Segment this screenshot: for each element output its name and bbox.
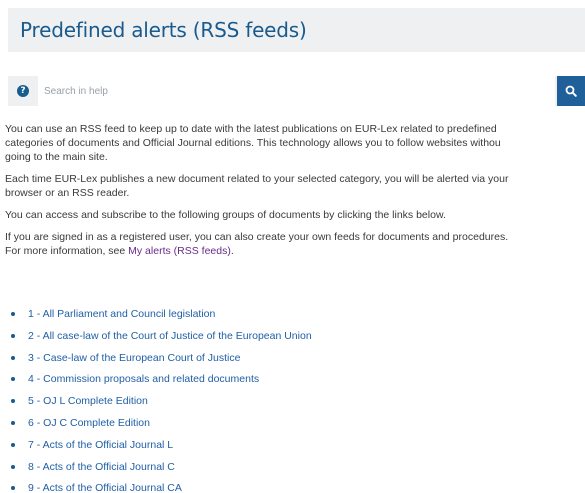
- bullet-icon: [11, 420, 15, 425]
- feed-link[interactable]: 7 - Acts of the Official Journal L: [28, 439, 173, 451]
- my-alerts-link[interactable]: My alerts (RSS feeds): [128, 245, 231, 257]
- bullet-icon: [11, 355, 15, 360]
- feed-link[interactable]: 1 - All Parliament and Council legislati…: [28, 308, 215, 320]
- page-title: Predefined alerts (RSS feeds): [20, 18, 307, 42]
- feed-link[interactable]: 3 - Case-law of the European Court of Ju…: [28, 352, 240, 364]
- help-search-bar: ?: [8, 76, 585, 106]
- feed-link[interactable]: 6 - OJ C Complete Edition: [28, 417, 150, 429]
- bullet-icon: [11, 464, 15, 469]
- text-line: If you are signed in as a registered use…: [5, 231, 509, 243]
- bullet-icon: [11, 399, 15, 404]
- list-item: 8 - Acts of the Official Journal C: [8, 461, 312, 483]
- search-button[interactable]: [557, 76, 585, 106]
- list-item: 4 - Commission proposals and related doc…: [8, 373, 312, 395]
- feed-link[interactable]: 5 - OJ L Complete Edition: [28, 395, 148, 407]
- feed-link[interactable]: 4 - Commission proposals and related doc…: [28, 373, 259, 385]
- bullet-icon: [11, 442, 15, 447]
- text-line: going to the main site.: [5, 151, 108, 163]
- text-suffix: .: [230, 245, 234, 257]
- text-line: For more information, see My alerts (RSS…: [5, 244, 585, 258]
- list-item: 3 - Case-law of the European Court of Ju…: [8, 352, 312, 374]
- bullet-icon: [11, 312, 15, 316]
- text-line: Each time EUR-Lex publishes a new docume…: [5, 173, 509, 185]
- text-line: categories of documents and Official Jou…: [5, 137, 501, 149]
- list-item: 2 - All case-law of the Court of Justice…: [8, 330, 312, 352]
- page-header: Predefined alerts (RSS feeds): [8, 8, 585, 52]
- text-prefix: For more information, see: [5, 245, 129, 257]
- bullet-icon: [11, 377, 15, 382]
- text-line: You can use an RSS feed to keep up to da…: [5, 123, 497, 135]
- subscribe-paragraph: You can access and subscribe to the foll…: [5, 209, 446, 221]
- bullet-icon: [11, 333, 15, 338]
- list-item: 5 - OJ L Complete Edition: [8, 395, 312, 417]
- list-item: 9 - Acts of the Official Journal CA: [8, 482, 312, 493]
- list-item: 1 - All Parliament and Council legislati…: [8, 308, 312, 330]
- feed-link[interactable]: 8 - Acts of the Official Journal C: [28, 461, 175, 473]
- search-input[interactable]: [38, 76, 555, 106]
- list-item: 7 - Acts of the Official Journal L: [8, 439, 312, 461]
- help-content: You can use an RSS feed to keep up to da…: [5, 122, 585, 266]
- question-circle-icon[interactable]: ?: [17, 85, 29, 97]
- feed-link[interactable]: 9 - Acts of the Official Journal CA: [28, 482, 182, 493]
- list-item: 6 - OJ C Complete Edition: [8, 417, 312, 439]
- search-icon: [565, 85, 577, 97]
- rss-feed-list: 1 - All Parliament and Council legislati…: [8, 308, 312, 493]
- text-line: browser or an RSS reader.: [5, 187, 130, 199]
- alert-paragraph: Each time EUR-Lex publishes a new docume…: [5, 172, 585, 200]
- feed-link[interactable]: 2 - All case-law of the Court of Justice…: [28, 330, 312, 342]
- intro-paragraph: You can use an RSS feed to keep up to da…: [5, 122, 585, 164]
- registered-user-paragraph: If you are signed in as a registered use…: [5, 230, 585, 258]
- bullet-icon: [11, 486, 15, 491]
